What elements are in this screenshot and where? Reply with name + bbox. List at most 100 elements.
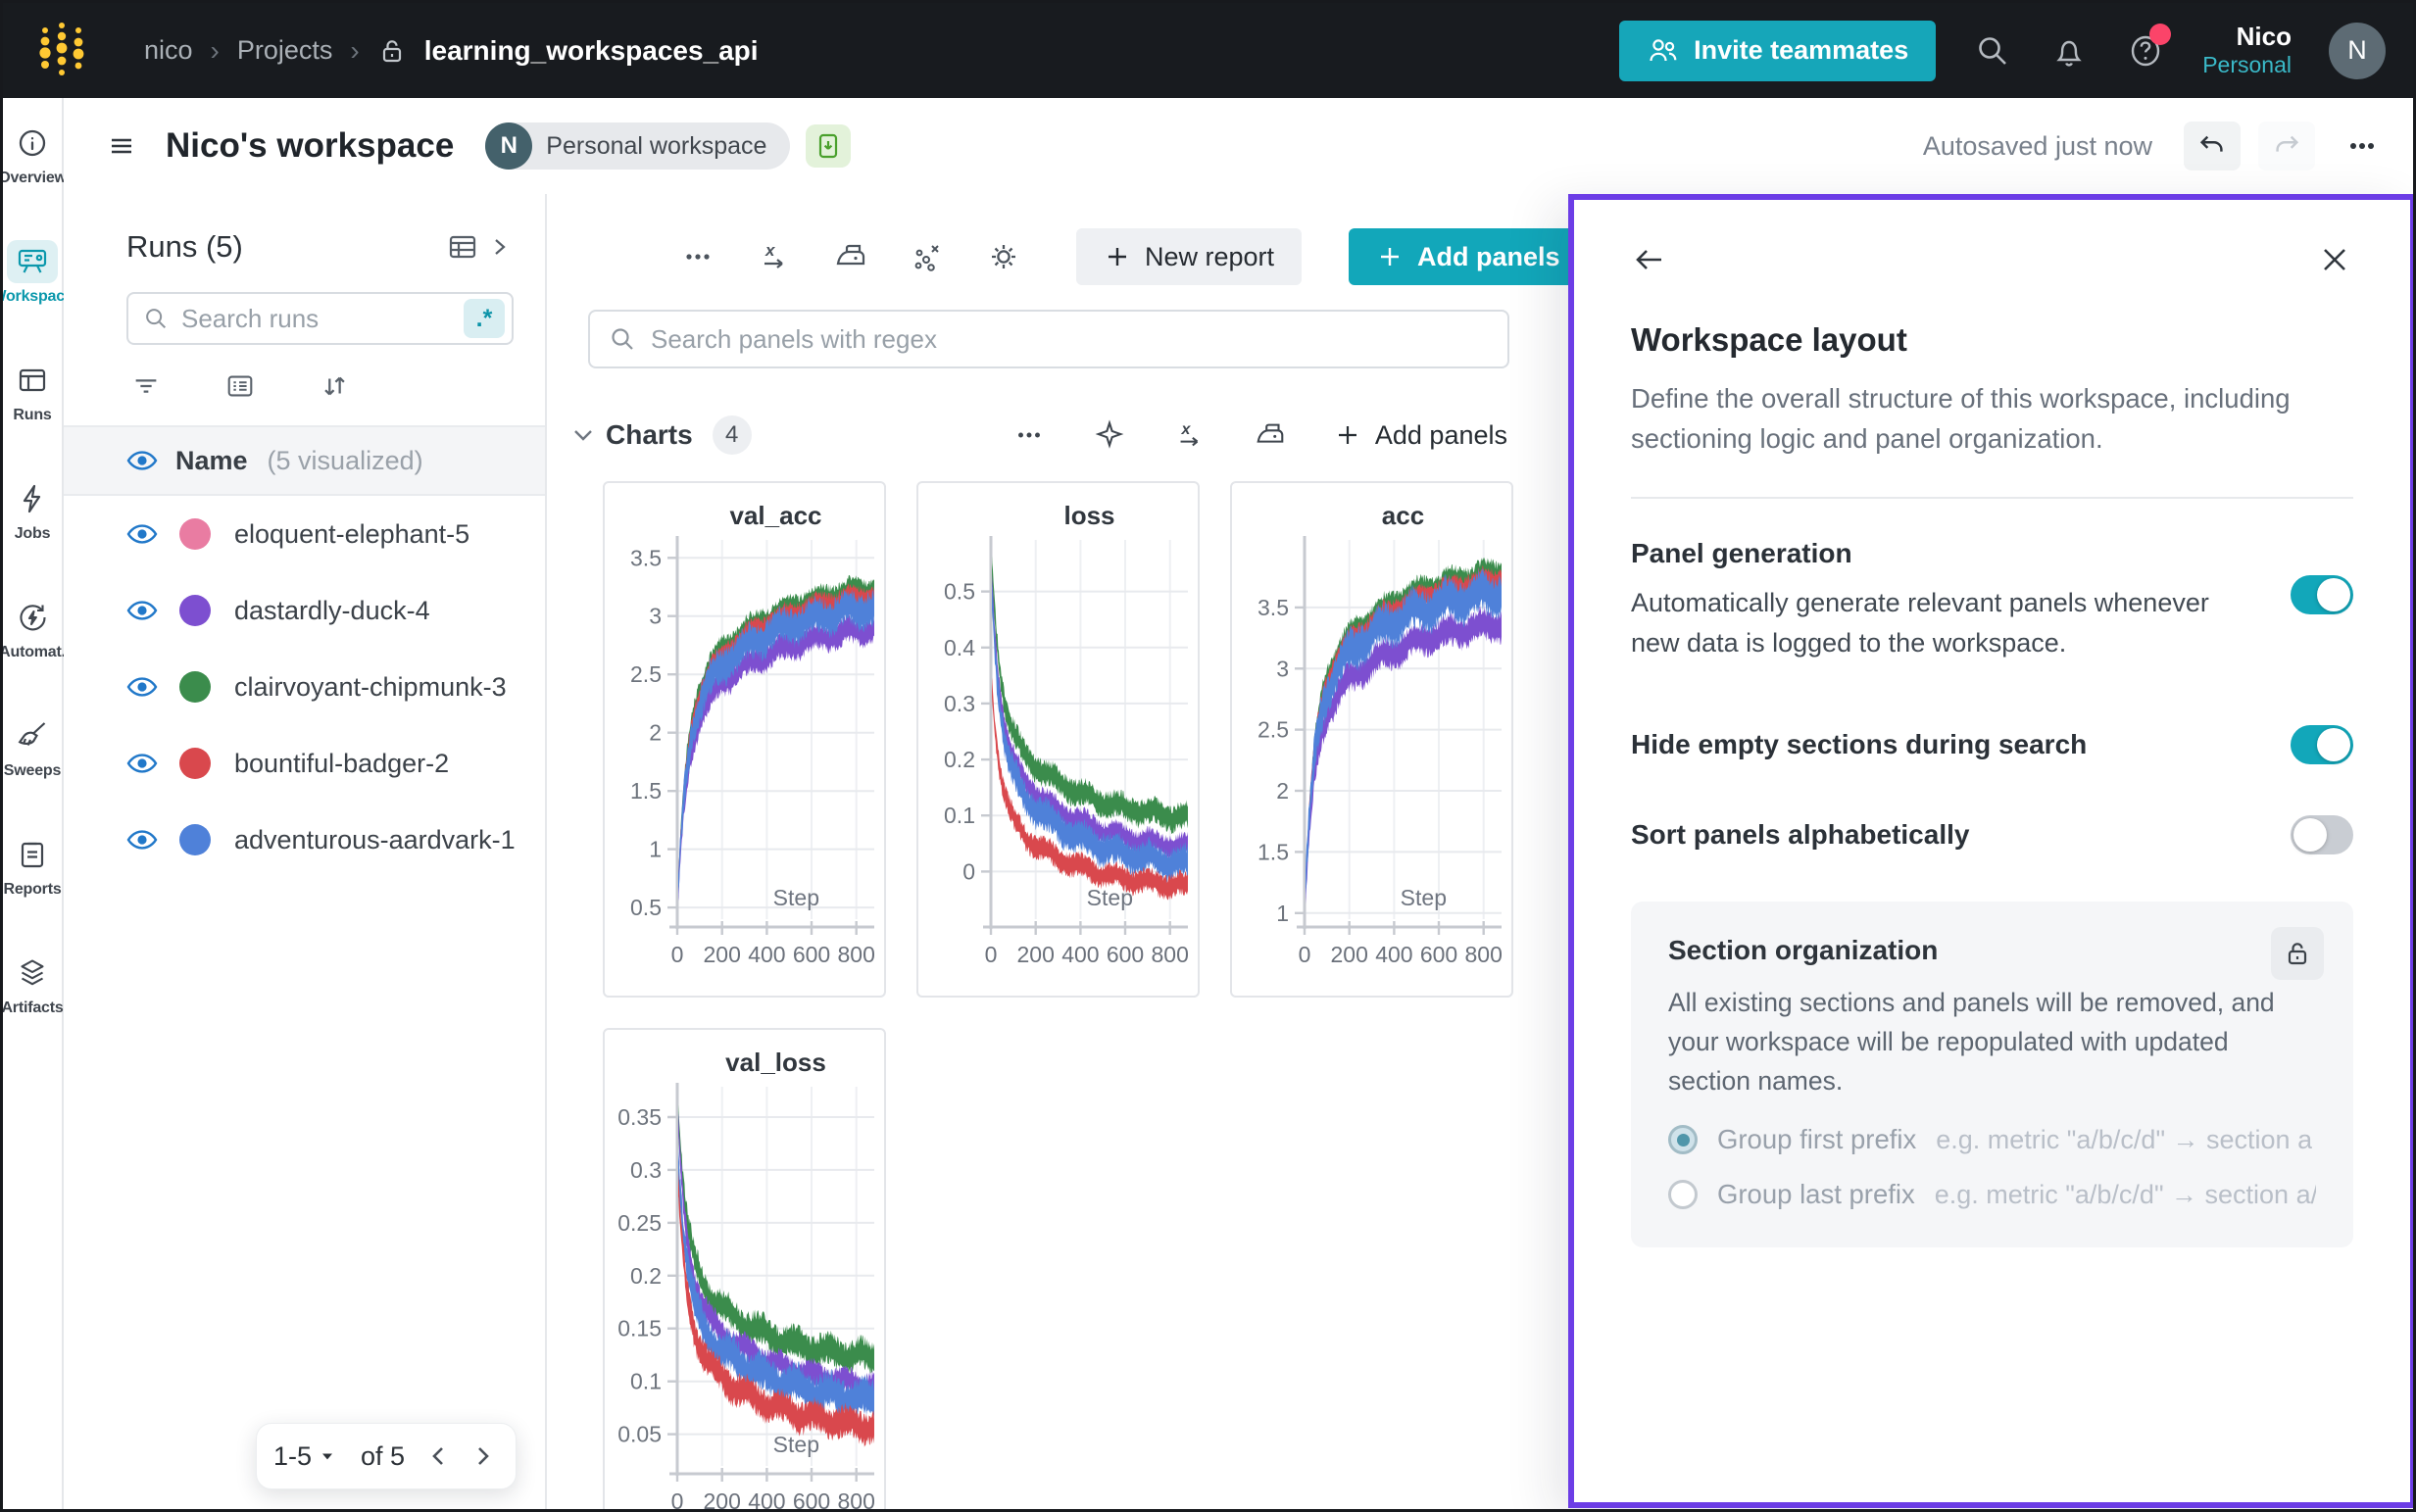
lock-button[interactable] [2271, 927, 2324, 980]
sidebar-item-artifacts[interactable]: Artifacts [2, 951, 63, 1017]
sort-icon[interactable] [319, 370, 350, 402]
section-add-panels-button[interactable]: Add panels [1334, 420, 1507, 451]
sidebar-item-workspace[interactable]: Workspace [2, 240, 63, 306]
toggle-panel-generation[interactable] [2291, 575, 2353, 614]
svg-text:0: 0 [985, 942, 998, 967]
expand-runs-table-button[interactable] [447, 230, 516, 264]
run-row[interactable]: eloquent-elephant-5 [64, 496, 545, 572]
radio-button[interactable] [1668, 1125, 1698, 1154]
toggle-sort-panels-alphabetically[interactable] [2291, 815, 2353, 854]
caret-down-icon [318, 1446, 337, 1466]
chart-panel-val_loss[interactable]: 0.050.10.150.20.250.30.350200400600800St… [603, 1028, 886, 1512]
radio-option[interactable]: Group last prefixe.g. metric "a/b/c/d" →… [1668, 1179, 2316, 1210]
undo-button[interactable] [2184, 122, 2241, 171]
run-row[interactable]: bountiful-badger-2 [64, 725, 545, 802]
chart-panel-loss[interactable]: 00.10.20.30.40.50200400600800Steploss [916, 481, 1200, 998]
workspace-layout-drawer: Workspace layout Define the overall stru… [1568, 194, 2416, 1508]
svg-text:x: x [764, 241, 776, 260]
outliers-scatter-icon[interactable] [910, 239, 945, 274]
filter-icon[interactable] [130, 370, 162, 402]
page-size-dropdown[interactable]: 1-5 [273, 1441, 337, 1472]
breadcrumb-entity[interactable]: nico [144, 35, 193, 66]
run-name[interactable]: clairvoyant-chipmunk-3 [234, 672, 507, 703]
panels-search-input[interactable] [651, 324, 1490, 355]
radio-button[interactable] [1668, 1180, 1698, 1209]
svg-text:3.5: 3.5 [1257, 595, 1289, 620]
charts-section-title[interactable]: Charts [606, 419, 693, 451]
eye-icon[interactable] [126, 449, 158, 472]
run-row[interactable]: adventurous-aardvark-1 [64, 802, 545, 878]
undo-icon [2196, 130, 2228, 162]
runs-search-input[interactable] [181, 304, 452, 334]
sidebar-item-sweeps[interactable]: Sweeps [2, 714, 63, 780]
radio-option[interactable]: Group first prefixe.g. metric "a/b/c/d" … [1668, 1124, 2316, 1155]
run-name[interactable]: adventurous-aardvark-1 [234, 825, 516, 855]
group-list-icon[interactable] [224, 370, 256, 402]
smoothing-iron-icon[interactable] [1254, 418, 1287, 452]
people-icon [1647, 34, 1680, 68]
sidebar-item-automat[interactable]: Automat. [2, 596, 63, 661]
close-icon[interactable] [2316, 241, 2353, 278]
help-icon[interactable] [2126, 31, 2165, 71]
sidebar-item-jobs[interactable]: Jobs [2, 477, 63, 543]
toggle-hide-empty-sections-during-search[interactable] [2291, 725, 2353, 764]
eye-icon[interactable] [126, 828, 158, 852]
chart-panel-acc[interactable]: 11.522.533.50200400600800Stepacc [1230, 481, 1513, 998]
sidebar-item-overview[interactable]: Overview [2, 122, 63, 187]
prev-page-icon[interactable] [422, 1439, 456, 1473]
more-options-icon[interactable] [2342, 126, 2382, 166]
more-options-icon[interactable] [1012, 418, 1046, 452]
menu-icon[interactable] [105, 129, 138, 163]
search-icon[interactable] [1973, 31, 2012, 71]
breadcrumb-project-name[interactable]: learning_workspaces_api [424, 35, 759, 67]
runs-table-icon [7, 359, 58, 402]
avatar[interactable]: N [2329, 23, 2386, 79]
more-options-icon[interactable] [680, 239, 715, 274]
charts-section-actions: x Add panels [1012, 418, 1507, 452]
user-name: Nico [2202, 22, 2292, 52]
plus-icon [1376, 243, 1404, 270]
sidebar-item-reports[interactable]: Reports [2, 833, 63, 899]
user-scope: Personal [2202, 52, 2292, 79]
runs-panel-title: Runs (5) [126, 229, 243, 265]
setting-label: Panel generation [1631, 538, 2251, 569]
chart-panel-val_acc[interactable]: 0.511.522.533.50200400600800Stepval_acc [603, 481, 886, 998]
runs-search-box: .* [126, 292, 514, 345]
eye-icon[interactable] [126, 599, 158, 622]
eye-icon[interactable] [126, 522, 158, 546]
saved-view-icon[interactable] [806, 124, 851, 168]
eye-icon[interactable] [126, 675, 158, 699]
invite-teammates-button[interactable]: Invite teammates [1619, 21, 1936, 81]
runs-column-name[interactable]: Name [175, 446, 248, 476]
new-report-button[interactable]: New report [1076, 228, 1302, 285]
run-name[interactable]: bountiful-badger-2 [234, 749, 449, 779]
bell-icon[interactable] [2049, 31, 2089, 71]
breadcrumb-projects[interactable]: Projects [237, 35, 333, 66]
back-arrow-icon[interactable] [1631, 241, 1668, 278]
next-page-icon[interactable] [466, 1439, 499, 1473]
x-axis-settings-icon[interactable]: x [757, 239, 792, 274]
settings-gear-icon[interactable] [986, 239, 1021, 274]
run-name[interactable]: eloquent-elephant-5 [234, 519, 469, 550]
smoothing-iron-icon[interactable] [833, 239, 868, 274]
wandb-logo[interactable] [36, 19, 89, 82]
run-name[interactable]: dastardly-duck-4 [234, 596, 430, 626]
runs-list-header: Name (5 visualized) [64, 427, 545, 496]
chevron-down-icon[interactable] [568, 420, 598, 450]
sidebar-item-runs[interactable]: Runs [2, 359, 63, 424]
eye-icon[interactable] [126, 752, 158, 775]
run-row[interactable]: clairvoyant-chipmunk-3 [64, 649, 545, 725]
x-axis-settings-icon[interactable]: x [1173, 418, 1207, 452]
run-color-dot [179, 824, 211, 855]
add-panels-button[interactable]: Add panels [1349, 228, 1588, 285]
drawer-title: Workspace layout [1631, 321, 2353, 359]
workspace-scope-badge[interactable]: N Personal workspace [485, 122, 790, 170]
svg-text:x: x [1180, 420, 1191, 438]
redo-icon [2271, 130, 2302, 162]
user-menu[interactable]: Nico Personal [2202, 22, 2292, 79]
regex-toggle[interactable]: .* [464, 299, 505, 338]
svg-text:800: 800 [838, 1488, 875, 1512]
run-row[interactable]: dastardly-duck-4 [64, 572, 545, 649]
redo-button[interactable] [2258, 122, 2315, 171]
sparkle-icon[interactable] [1093, 418, 1126, 452]
